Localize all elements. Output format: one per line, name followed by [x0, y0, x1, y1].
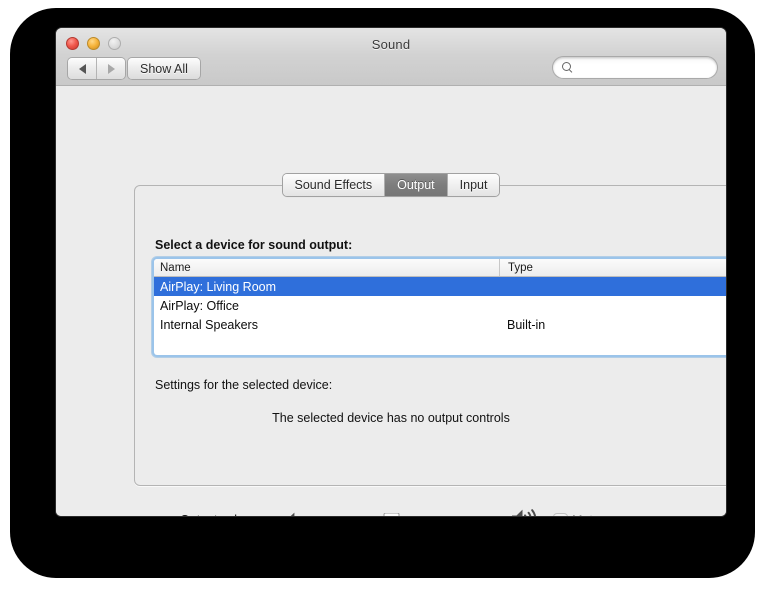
system-preferences-window: Sound Show All Sound Effects Output Inpu… — [56, 28, 726, 516]
output-volume-slider[interactable] — [320, 512, 503, 516]
slider-thumb[interactable] — [383, 512, 400, 516]
table-row[interactable]: Internal Speakers Built-in — [154, 315, 726, 334]
mute-label: Mute — [572, 513, 600, 516]
output-volume-label: Output volume: — [180, 513, 265, 516]
cell-device-name: AirPlay: Living Room — [160, 279, 277, 294]
chevron-left-icon — [78, 63, 86, 74]
cell-device-type: Built-in — [507, 317, 546, 332]
tab-output[interactable]: Output — [384, 174, 447, 196]
column-header-type[interactable]: Type — [499, 259, 726, 276]
no-output-controls-message: The selected device has no output contro… — [272, 411, 510, 425]
output-device-table[interactable]: Name Type AirPlay: Living Room AirPlay: … — [154, 259, 726, 355]
preference-pane-content: Sound Effects Output Input Select a devi… — [56, 86, 726, 516]
cell-device-type — [499, 277, 726, 296]
cell-device-name: AirPlay: Office — [160, 298, 239, 313]
back-button[interactable] — [68, 58, 96, 79]
window-titlebar[interactable]: Sound Show All — [56, 28, 726, 86]
tab-output-label: Output — [397, 178, 435, 192]
cell-device-name: Internal Speakers — [160, 317, 258, 332]
search-icon — [562, 61, 574, 74]
tab-bar: Sound Effects Output Input — [56, 174, 726, 196]
window-title: Sound — [371, 37, 411, 52]
tab-strip: Sound Effects Output Input — [282, 174, 500, 196]
speaker-loud-icon — [511, 507, 539, 516]
speaker-quiet-icon — [286, 511, 302, 516]
mute-checkbox — [554, 513, 567, 516]
show-all-button[interactable]: Show All — [128, 58, 200, 79]
search-input[interactable] — [578, 60, 704, 75]
select-device-label: Select a device for sound output: — [155, 238, 353, 252]
search-field[interactable] — [553, 57, 717, 78]
table-row[interactable]: AirPlay: Office — [154, 296, 726, 315]
table-row[interactable]: AirPlay: Living Room — [154, 277, 726, 296]
tab-sound-effects-label: Sound Effects — [294, 178, 373, 192]
tab-input[interactable]: Input — [446, 174, 500, 196]
settings-for-device-label: Settings for the selected device: — [155, 378, 333, 392]
table-header-row: Name Type — [154, 259, 726, 277]
mute-checkbox-group[interactable]: Mute — [554, 513, 600, 516]
cell-device-type — [499, 296, 726, 315]
show-all-label: Show All — [140, 61, 188, 76]
column-header-name[interactable]: Name — [154, 259, 499, 276]
output-volume-row: Output volume: — [56, 505, 726, 516]
navigation-segmented-control — [68, 58, 125, 79]
forward-button — [96, 58, 125, 79]
tab-input-label: Input — [459, 178, 488, 192]
chevron-right-icon — [107, 63, 115, 74]
tab-sound-effects[interactable]: Sound Effects — [282, 174, 385, 196]
